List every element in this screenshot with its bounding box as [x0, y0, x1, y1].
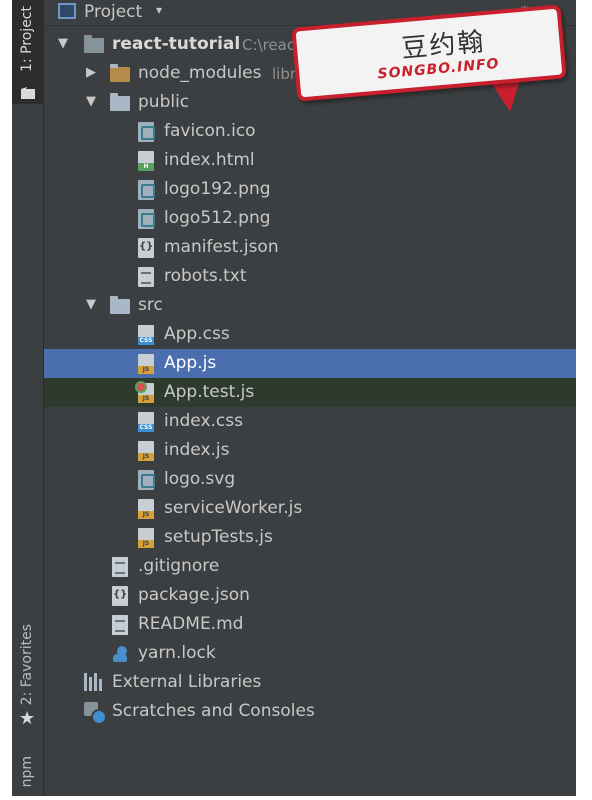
- file-label: README.md: [138, 614, 244, 634]
- file-label: App.test.js: [164, 382, 255, 402]
- folder-icon: [110, 296, 130, 314]
- image-file-icon: [138, 209, 155, 229]
- watermark-logo: 豆约翰 SONGBO.INFO: [286, 4, 572, 114]
- scratches-label: Scratches and Consoles: [112, 701, 315, 721]
- image-file-icon: [138, 470, 155, 490]
- tree-item-file[interactable]: README.md: [44, 610, 576, 639]
- folder-icon: [110, 93, 130, 111]
- favorites-tool-tab[interactable]: 2: Favorites ★: [12, 624, 44, 732]
- project-view-icon: [58, 3, 76, 19]
- npm-tool-tab[interactable]: npm: [12, 752, 44, 796]
- text-file-icon: [112, 557, 128, 577]
- js-tag: JS: [138, 511, 154, 519]
- tree-item-file[interactable]: yarn.lock: [44, 639, 576, 668]
- file-label: favicon.ico: [164, 121, 256, 141]
- file-label: App.css: [164, 324, 230, 344]
- file-label: setupTests.js: [164, 527, 273, 547]
- js-tag: JS: [138, 395, 154, 403]
- file-label: package.json: [138, 585, 250, 605]
- project-tree: ▼ react-tutorial C:\react-tutorial ▶ nod…: [44, 30, 576, 796]
- file-label: logo.svg: [164, 469, 236, 489]
- tree-item-file[interactable]: logo192.png: [44, 175, 576, 204]
- file-label: yarn.lock: [138, 643, 216, 663]
- tree-item-file[interactable]: JS setupTests.js: [44, 523, 576, 552]
- tree-item-file[interactable]: manifest.json: [44, 233, 576, 262]
- json-file-icon: [138, 238, 154, 258]
- watermark-card: 豆约翰 SONGBO.INFO: [291, 4, 567, 102]
- file-label: .gitignore: [138, 556, 220, 576]
- test-file-icon: JS: [135, 381, 154, 403]
- tree-item-external-libraries[interactable]: External Libraries: [44, 668, 576, 697]
- external-libraries-label: External Libraries: [112, 672, 262, 692]
- project-tool-tab[interactable]: 1: Project: [12, 0, 44, 104]
- css-file-icon: CSS: [138, 325, 154, 345]
- file-label: index.js: [164, 440, 230, 460]
- tree-item-file[interactable]: JS App.test.js: [44, 378, 576, 407]
- html-tag: H: [138, 163, 154, 171]
- favorites-tab-label: 2: Favorites: [19, 624, 35, 706]
- collapse-arrow-icon[interactable]: ▶: [86, 65, 100, 81]
- src-folder-label: src: [138, 295, 163, 315]
- tree-item-file[interactable]: favicon.ico: [44, 117, 576, 146]
- tree-item-file[interactable]: H index.html: [44, 146, 576, 175]
- tree-item-file[interactable]: JS index.js: [44, 436, 576, 465]
- file-label: robots.txt: [164, 266, 247, 286]
- text-file-icon: [112, 615, 128, 635]
- tool-window-stripe: 1: Project 2: Favorites ★ npm: [12, 0, 44, 796]
- chevron-down-icon[interactable]: ▾: [156, 3, 162, 17]
- image-file-icon: [138, 122, 155, 142]
- tree-item-src[interactable]: ▼ src: [44, 291, 576, 320]
- tree-item-file[interactable]: CSS index.css: [44, 407, 576, 436]
- ide-frame: 1: Project 2: Favorites ★ npm Project ▾ …: [12, 0, 576, 796]
- tree-item-file[interactable]: package.json: [44, 581, 576, 610]
- file-label: index.css: [164, 411, 243, 431]
- file-label: serviceWorker.js: [164, 498, 303, 518]
- tree-item-file[interactable]: CSS App.css: [44, 320, 576, 349]
- expand-arrow-icon[interactable]: ▼: [58, 36, 72, 52]
- css-tag: CSS: [138, 424, 154, 432]
- file-label: manifest.json: [164, 237, 279, 257]
- html-file-icon: H: [138, 151, 154, 171]
- npm-tab-label: npm: [19, 756, 35, 788]
- json-file-icon: [112, 586, 128, 606]
- project-tab-label: 1: Project: [19, 6, 35, 72]
- file-label: App.js: [164, 353, 217, 373]
- file-label: logo512.png: [164, 208, 271, 228]
- tree-item-file-selected[interactable]: JS App.js: [44, 349, 576, 378]
- libraries-icon: [84, 673, 104, 691]
- tree-item-file[interactable]: logo.svg: [44, 465, 576, 494]
- js-tag: JS: [138, 366, 154, 374]
- project-view-title[interactable]: Project: [84, 0, 142, 24]
- tree-item-file[interactable]: JS serviceWorker.js: [44, 494, 576, 523]
- node-modules-label: node_modules: [138, 63, 262, 83]
- folder-icon: [84, 35, 104, 53]
- js-file-icon: JS: [138, 499, 154, 519]
- watermark-tail: [492, 80, 524, 114]
- text-file-icon: [138, 267, 154, 287]
- tree-item-file[interactable]: logo512.png: [44, 204, 576, 233]
- folder-icon: [110, 64, 130, 82]
- folder-icon: [21, 84, 35, 103]
- yarn-icon: [112, 644, 130, 664]
- css-file-icon: CSS: [138, 412, 154, 432]
- root-folder-label: react-tutorial: [112, 34, 241, 54]
- image-file-icon: [138, 180, 155, 200]
- file-label: logo192.png: [164, 179, 271, 199]
- expand-arrow-icon[interactable]: ▼: [86, 297, 100, 313]
- tree-item-file[interactable]: .gitignore: [44, 552, 576, 581]
- public-folder-label: public: [138, 92, 190, 112]
- js-file-icon: JS: [138, 354, 154, 374]
- tree-item-file[interactable]: robots.txt: [44, 262, 576, 291]
- expand-arrow-icon[interactable]: ▼: [86, 94, 100, 110]
- scratches-icon: [84, 702, 107, 725]
- star-icon: ★: [19, 708, 36, 729]
- css-tag: CSS: [138, 337, 154, 345]
- file-label: index.html: [164, 150, 255, 170]
- js-file-icon: JS: [138, 528, 154, 548]
- tree-item-scratches[interactable]: Scratches and Consoles: [44, 697, 576, 726]
- js-file-icon: JS: [138, 441, 154, 461]
- js-tag: JS: [138, 453, 154, 461]
- js-tag: JS: [138, 540, 154, 548]
